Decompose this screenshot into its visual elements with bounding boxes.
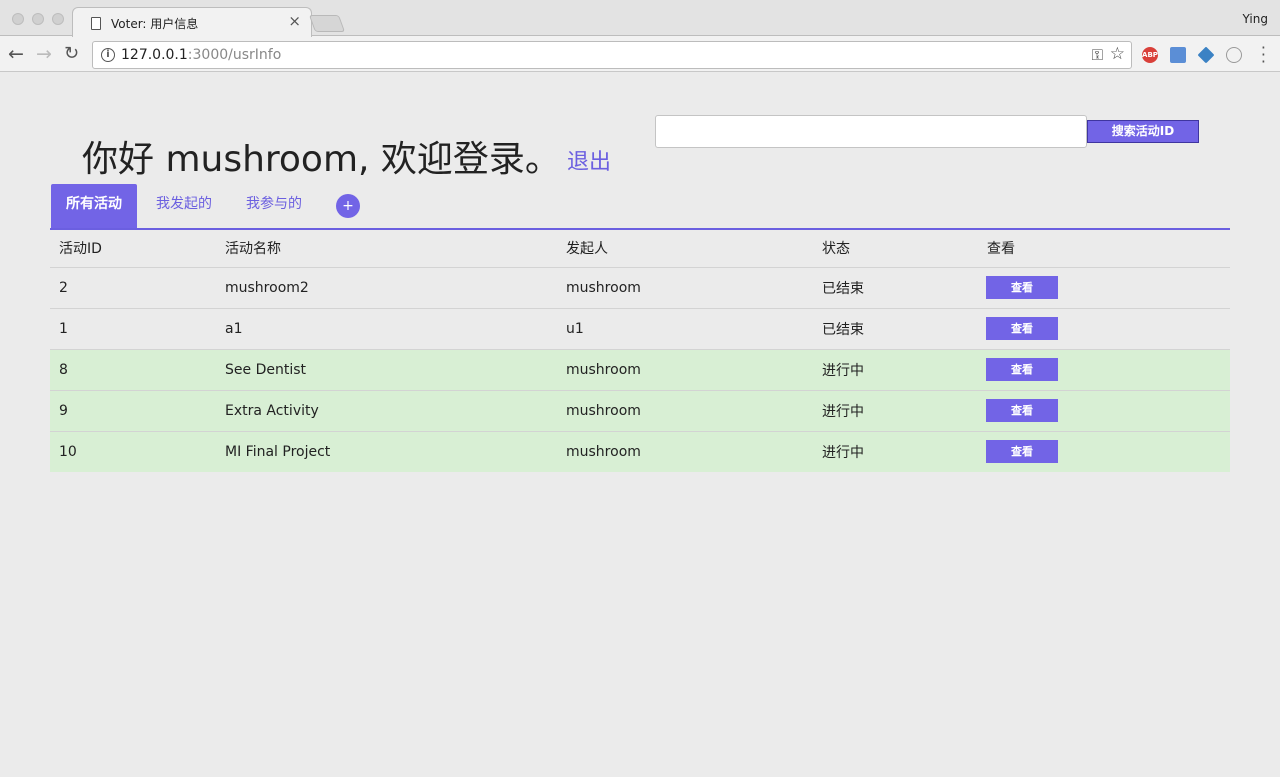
- url-host: 127.0.0.1: [121, 47, 188, 63]
- table-row: 9 Extra Activity mushroom 进行中 查看: [50, 390, 1230, 432]
- star-icon[interactable]: ☆: [1110, 44, 1125, 64]
- activity-tabs: 所有活动 我发起的 我参与的 +: [50, 184, 1230, 230]
- activity-name: MI Final Project: [216, 431, 557, 472]
- activity-table: 活动ID 活动名称 发起人 状态 查看 2 mushroom2 mushroom…: [50, 230, 1230, 472]
- window-minimize-dot[interactable]: [32, 13, 44, 25]
- activity-initiator: mushroom: [557, 390, 813, 432]
- profile-name[interactable]: Ying: [1243, 12, 1268, 26]
- logout-link[interactable]: 退出: [567, 144, 611, 176]
- column-header-status: 状态: [813, 230, 978, 268]
- table-row: 2 mushroom2 mushroom 已结束 查看: [50, 267, 1230, 309]
- table-row: 10 MI Final Project mushroom 进行中 查看: [50, 431, 1230, 472]
- add-activity-button[interactable]: +: [336, 194, 360, 218]
- activity-initiator: u1: [557, 308, 813, 350]
- activity-status: 已结束: [813, 308, 978, 350]
- browser-tab[interactable]: Voter: 用户信息 ×: [72, 7, 312, 37]
- search-button[interactable]: 搜索活动ID: [1087, 120, 1199, 143]
- reload-icon[interactable]: ↻: [64, 43, 79, 65]
- view-button[interactable]: 查看: [986, 276, 1058, 299]
- activity-status: 进行中: [813, 349, 978, 391]
- view-button[interactable]: 查看: [986, 399, 1058, 422]
- table-row: 8 See Dentist mushroom 进行中 查看: [50, 349, 1230, 391]
- extension-diamond-icon[interactable]: [1197, 46, 1215, 64]
- activity-name: a1: [216, 308, 557, 350]
- forward-arrow-icon[interactable]: →: [36, 43, 52, 65]
- activity-id: 2: [50, 267, 216, 309]
- window-close-dot[interactable]: [12, 13, 24, 25]
- document-icon: [91, 17, 101, 30]
- search-input[interactable]: [655, 115, 1087, 148]
- view-button[interactable]: 查看: [986, 358, 1058, 381]
- extension-atom-icon[interactable]: [1226, 47, 1242, 63]
- address-bar[interactable]: i 127.0.0.1:3000/usrInfo ⚿ ☆: [92, 41, 1132, 69]
- view-cell: 查看: [978, 267, 1230, 309]
- column-header-id: 活动ID: [50, 230, 216, 268]
- url-path: :3000/usrInfo: [187, 47, 282, 63]
- tab-strip: Voter: 用户信息 × Ying: [0, 0, 1280, 37]
- menu-icon[interactable]: · · ·: [1261, 40, 1266, 70]
- view-cell: 查看: [978, 349, 1230, 391]
- info-icon[interactable]: i: [101, 48, 115, 62]
- activity-initiator: mushroom: [557, 267, 813, 309]
- back-arrow-icon[interactable]: ←: [8, 43, 24, 65]
- activity-name: Extra Activity: [216, 390, 557, 432]
- close-icon[interactable]: ×: [288, 13, 301, 29]
- browser-chrome: Voter: 用户信息 × Ying ← → ↻ i 127.0.0.1:300…: [0, 0, 1280, 72]
- activity-initiator: mushroom: [557, 349, 813, 391]
- new-tab-button[interactable]: [308, 15, 346, 32]
- plus-icon: +: [342, 198, 354, 214]
- activity-initiator: mushroom: [557, 431, 813, 472]
- activity-id: 9: [50, 390, 216, 432]
- view-cell: 查看: [978, 308, 1230, 350]
- view-button[interactable]: 查看: [986, 440, 1058, 464]
- activity-name: See Dentist: [216, 349, 557, 391]
- key-icon[interactable]: ⚿: [1092, 46, 1103, 64]
- adblock-extension-icon[interactable]: ABP: [1142, 47, 1158, 63]
- window-zoom-dot[interactable]: [52, 13, 64, 25]
- activity-name: mushroom2: [216, 267, 557, 309]
- page-title: 你好 mushroom, 欢迎登录。: [82, 139, 561, 180]
- browser-tab-title: Voter: 用户信息: [111, 17, 199, 31]
- view-cell: 查看: [978, 390, 1230, 432]
- activity-status: 进行中: [813, 390, 978, 432]
- activity-id: 1: [50, 308, 216, 350]
- tab-my-initiated[interactable]: 我发起的: [146, 184, 222, 228]
- view-button[interactable]: 查看: [986, 317, 1058, 340]
- table-header-row: 活动ID 活动名称 发起人 状态 查看: [50, 230, 1230, 268]
- tab-all-activities[interactable]: 所有活动: [51, 184, 137, 228]
- column-header-view: 查看: [978, 230, 1230, 268]
- translate-extension-icon[interactable]: [1170, 47, 1186, 63]
- activity-status: 进行中: [813, 431, 978, 472]
- column-header-name: 活动名称: [216, 230, 557, 268]
- view-cell: 查看: [978, 431, 1230, 472]
- column-header-initiator: 发起人: [557, 230, 813, 268]
- activity-id: 8: [50, 349, 216, 391]
- url-text[interactable]: 127.0.0.1:3000/usrInfo: [121, 47, 281, 63]
- activity-status: 已结束: [813, 267, 978, 309]
- table-row: 1 a1 u1 已结束 查看: [50, 308, 1230, 350]
- tab-my-participated[interactable]: 我参与的: [236, 184, 312, 228]
- activity-id: 10: [50, 431, 216, 472]
